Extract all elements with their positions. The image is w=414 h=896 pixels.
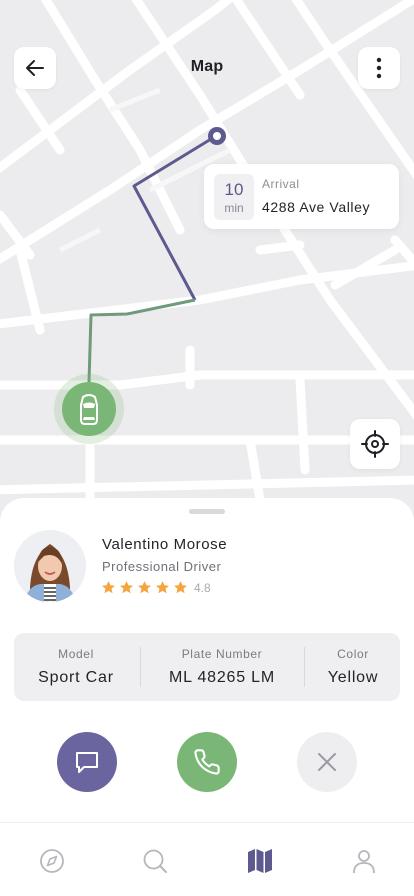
- car-plate: Plate Number ML 48265 LM: [142, 633, 302, 701]
- star-icon: [156, 581, 169, 594]
- divider: [304, 647, 305, 687]
- tab-discover[interactable]: [37, 846, 67, 876]
- call-button[interactable]: [177, 732, 237, 792]
- arrival-label: Arrival: [262, 177, 300, 191]
- tab-map[interactable]: [245, 846, 275, 876]
- driver-sheet: Valentino Morose Professional Driver 4.8…: [0, 498, 414, 822]
- color-label: Color: [337, 647, 369, 661]
- color-value: Yellow: [327, 669, 379, 686]
- driver-rating: 4.8: [101, 580, 211, 595]
- model-value: Sport Car: [38, 669, 114, 686]
- phone-icon: [194, 749, 220, 775]
- car-model: Model Sport Car: [14, 633, 138, 701]
- driver-avatar: [14, 530, 86, 602]
- my-location-button[interactable]: [350, 419, 400, 469]
- map-icon: [248, 849, 272, 873]
- driver-name: Valentino Morose: [102, 536, 228, 553]
- arrival-card: 10 min Arrival 4288 Ave Valley: [204, 164, 399, 229]
- page-title: Map: [190, 58, 224, 75]
- divider: [140, 647, 141, 687]
- more-vertical-icon: [376, 57, 382, 79]
- chat-icon: [76, 752, 98, 773]
- plate-value: ML 48265 LM: [168, 669, 276, 686]
- user-icon: [353, 850, 375, 874]
- star-icon: [102, 581, 115, 594]
- star-icon: [174, 581, 187, 594]
- star-icon: [120, 581, 133, 594]
- car-info-panel: Model Sport Car Plate Number ML 48265 LM…: [14, 633, 400, 701]
- drag-handle[interactable]: [189, 509, 225, 514]
- car-location-marker[interactable]: [54, 374, 124, 444]
- eta-box: 10 min: [214, 174, 254, 220]
- map-view[interactable]: Map 10 min Arrival 4288 Ave Valley: [0, 0, 414, 530]
- eta-minutes: 10: [224, 180, 244, 199]
- car-icon: [80, 394, 98, 425]
- compass-icon: [40, 849, 64, 873]
- bottom-tab-bar: [0, 822, 414, 896]
- tab-search[interactable]: [140, 846, 170, 876]
- star-icon: [138, 581, 151, 594]
- more-options-button[interactable]: [358, 47, 400, 89]
- plate-label: Plate Number: [181, 647, 263, 661]
- arrival-address: 4288 Ave Valley: [262, 199, 371, 215]
- crosshair-icon: [361, 430, 389, 458]
- rating-value: 4.8: [194, 580, 211, 595]
- tab-profile[interactable]: [349, 846, 379, 876]
- car-color: Color Yellow: [306, 633, 400, 701]
- driver-role: Professional Driver: [102, 559, 222, 574]
- model-label: Model: [58, 647, 94, 661]
- search-icon: [143, 849, 167, 873]
- close-icon: [318, 753, 336, 771]
- chat-button[interactable]: [57, 732, 117, 792]
- eta-unit: min: [224, 201, 244, 215]
- cancel-ride-button[interactable]: [297, 732, 357, 792]
